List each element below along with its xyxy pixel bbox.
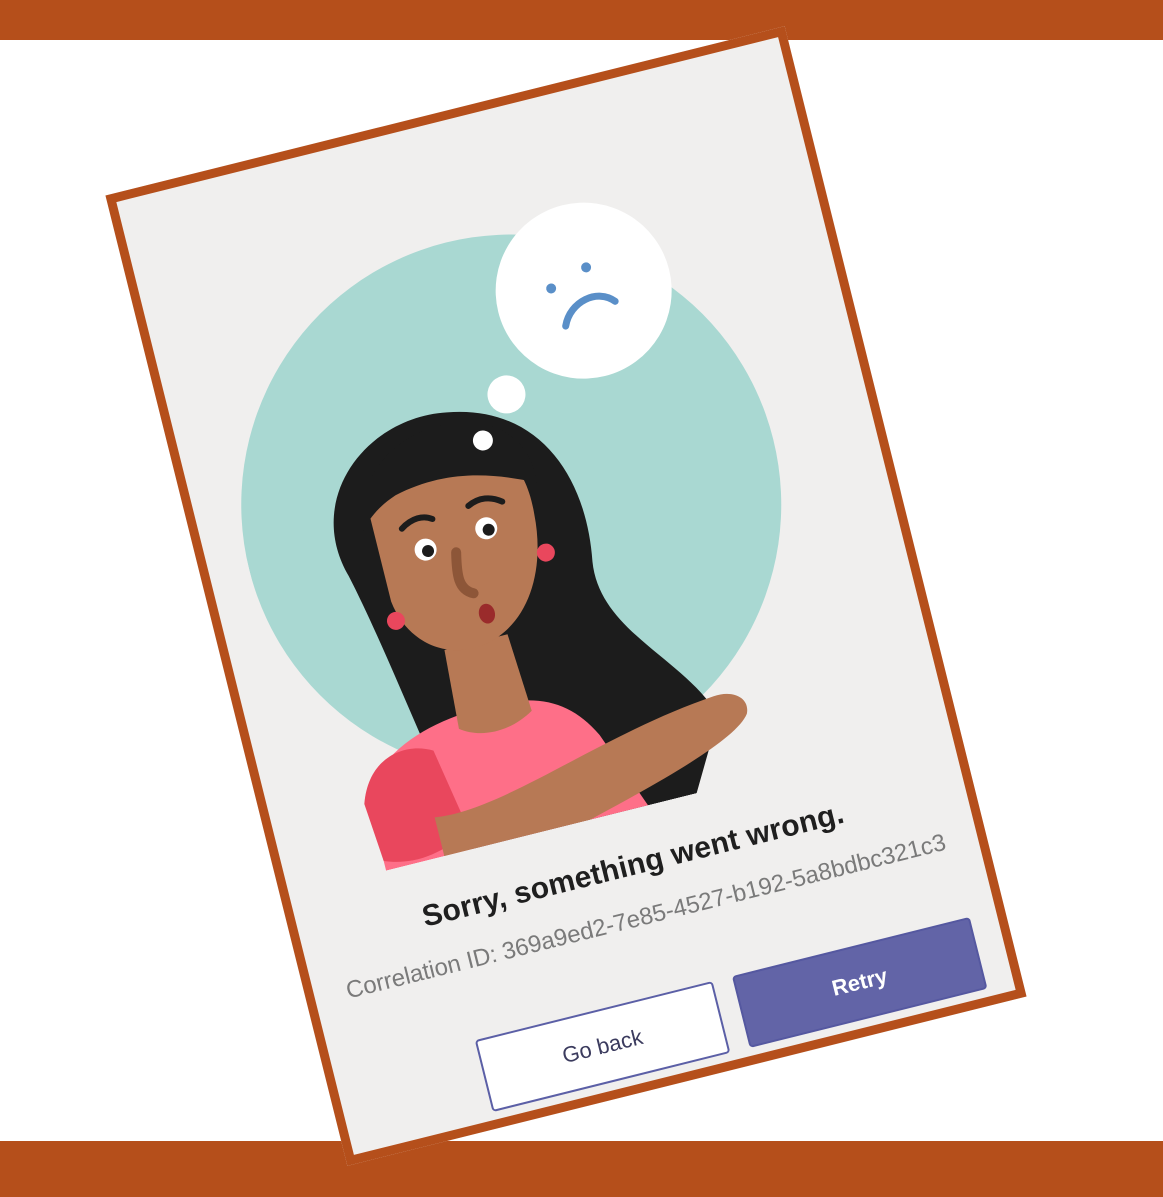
sad-person-illustration	[241, 202, 782, 871]
go-back-button[interactable]: Go back	[474, 980, 731, 1113]
bottom-frame-bar	[0, 1141, 1163, 1197]
error-dialog: Sorry, something went wrong. Correlation…	[105, 26, 1027, 1166]
retry-button[interactable]: Retry	[731, 916, 988, 1048]
top-frame-bar	[0, 0, 1163, 40]
correlation-id-label: Correlation ID:	[343, 940, 500, 1005]
